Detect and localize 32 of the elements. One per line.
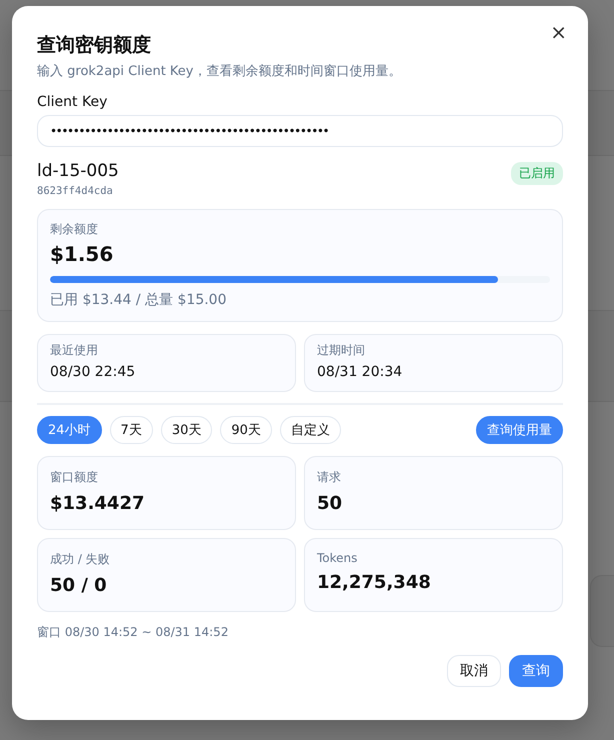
- stat-label: Tokens: [317, 551, 358, 565]
- key-input-field[interactable]: •••••••••••••••••••••••••••••••••••••••••••••••••: [37, 115, 563, 147]
- range-tab[interactable]: 90天: [220, 416, 272, 444]
- time-label: 过期时间: [317, 342, 366, 359]
- balance-value: $1.56: [50, 242, 114, 266]
- range-tab[interactable]: 7天: [110, 416, 153, 444]
- query-button[interactable]: 查询: [509, 655, 563, 687]
- close-button[interactable]: ×: [548, 22, 569, 42]
- range-tab[interactable]: 30天: [160, 416, 212, 444]
- stat-label: 请求: [317, 469, 342, 486]
- stat-value: 50: [317, 493, 344, 514]
- dialog-subtitle: 输入 grok2api Client Key，查看剩余额度和时间窗口使用量。: [37, 63, 402, 80]
- stat-value: $13.4427: [50, 493, 146, 514]
- stat-value: 50 / 0: [50, 575, 108, 596]
- balance-label: 剩余额度: [50, 221, 99, 238]
- field-label: Client Key: [37, 94, 108, 110]
- range-tab[interactable]: 24小时: [37, 416, 102, 444]
- range-tab[interactable]: 自定义: [280, 416, 341, 444]
- time-value: 08/30 22:45: [50, 364, 136, 380]
- stat-label: 窗口额度: [50, 469, 99, 486]
- time-label: 最近使用: [50, 342, 99, 359]
- window-note: 窗口 08/30 14:52 ~ 08/31 14:52: [37, 624, 230, 641]
- key-id: 8623ff4d4cda: [37, 185, 114, 197]
- stat-value: 12,275,348: [317, 572, 432, 593]
- status-badge: 已启用: [511, 162, 563, 185]
- balance-detail: 已用 $13.44 / 总量 $15.00: [50, 291, 228, 309]
- stat-label: 成功 / 失败: [50, 551, 111, 568]
- dialog-title: 查询密钥额度: [37, 33, 152, 58]
- cancel-button[interactable]: 取消: [447, 655, 501, 687]
- query-usage-button[interactable]: 查询使用量: [476, 416, 563, 444]
- key-name: ld-15-005: [37, 161, 119, 181]
- time-value: 08/31 20:34: [317, 364, 404, 380]
